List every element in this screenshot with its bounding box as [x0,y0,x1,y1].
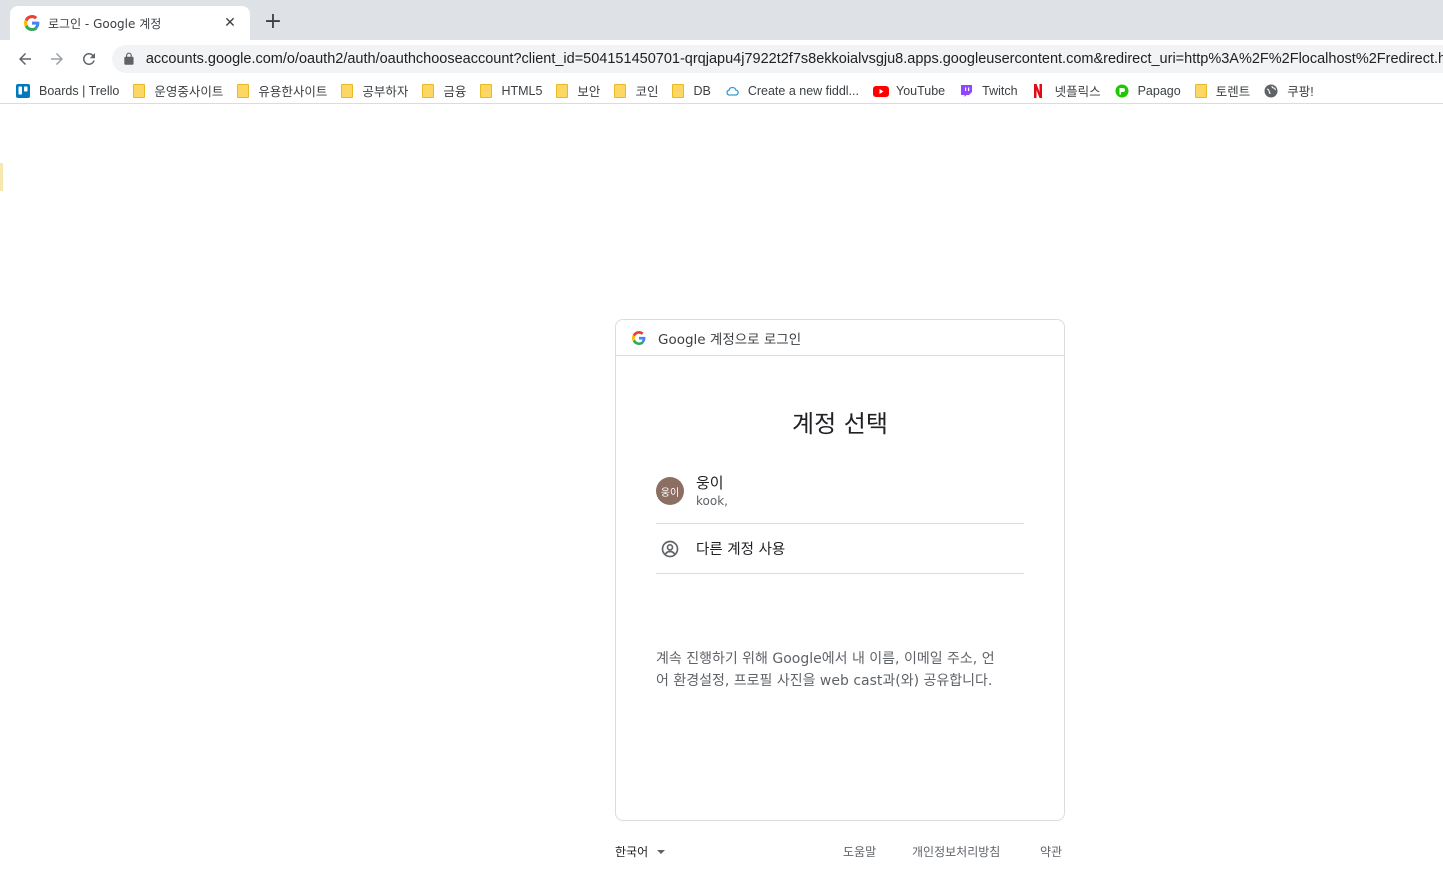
bookmark-label: YouTube [896,83,946,98]
account-name: 웅이 [696,474,724,492]
bookmark-label: 쿠팡! [1287,85,1314,99]
caret-down-icon [657,849,666,854]
arrow-right-icon [51,53,63,65]
bookmark-label: 유용한사이트 [258,85,328,99]
address-bar[interactable]: accounts.google.com/o/oauth2/auth/oauthc… [112,45,1443,73]
bookmark-label: HTML5 [501,83,543,98]
bookmark-item[interactable]: 토렌트 [1194,79,1265,103]
page-content: Google 계정으로 로그인 계정 선택 웅이 웅이 kook, 다른 계정 … [0,105,1443,875]
bookmark-item[interactable]: 금융 [422,79,480,103]
account-item[interactable]: 웅이 웅이 kook, [656,468,1024,524]
use-another-account-button[interactable]: 다른 계정 사용 [656,524,1024,574]
folder-icon [237,83,250,98]
account-email: kook, [696,494,728,508]
folder-icon [480,83,493,98]
bookmark-item[interactable]: DB [672,79,724,103]
bookmark-item[interactable]: 코인 [614,79,672,103]
trello-icon [16,83,30,98]
consent-line-2: 어 환경설정, 프로필 사진을 web cast과(와) 공유합니다. [656,673,993,689]
new-tab-button[interactable]: + [262,11,284,34]
folder-icon [556,83,569,98]
bookmark-item[interactable]: 보안 [556,79,614,103]
url-text: accounts.google.com/o/oauth2/auth/oauthc… [145,51,1443,67]
folder-icon [1194,83,1207,98]
bookmark-label: DB [693,83,711,98]
folder-icon [672,83,685,98]
folder-icon [341,83,354,98]
language-selector[interactable]: 한국어 [615,843,666,860]
browser-tab[interactable]: 로그인 - Google 계정 ✕ [10,6,250,40]
bookmark-item[interactable]: HTML5 [480,79,556,103]
card-header-text: Google 계정으로 로그인 [658,331,802,348]
bookmark-item[interactable]: Twitch [959,79,1031,103]
google-icon [24,15,40,31]
browser-toolbar: accounts.google.com/o/oauth2/auth/oauthc… [0,40,1443,78]
privacy-link[interactable]: 개인정보처리방침 [912,843,1000,860]
globe-icon [1264,84,1278,98]
avatar: 웅이 [656,477,684,505]
netflix-icon [1032,83,1046,98]
language-label: 한국어 [615,845,649,859]
cloud-icon [725,84,739,98]
bookmarks-bar: Boards | Trello 운영중사이트 유용한사이트 공부하자 금융 HTML5 보안… [0,78,1443,104]
help-link[interactable]: 도움말 [843,843,876,860]
bookmark-label: 공부하자 [362,85,409,99]
bookmark-item[interactable]: 운영중사이트 [133,79,237,103]
account-chooser-card: Google 계정으로 로그인 계정 선택 웅이 웅이 kook, 다른 계정 … [615,319,1065,821]
youtube-icon [873,84,889,98]
bookmark-item[interactable]: Create a new fiddl... [725,79,873,103]
bookmark-label: Papago [1137,83,1181,98]
twitch-icon [959,84,973,98]
card-header: Google 계정으로 로그인 [616,320,1064,356]
close-tab-icon[interactable]: ✕ [220,15,240,31]
forward-button[interactable] [46,48,68,70]
papago-icon [1115,84,1129,98]
bookmark-label: 토렌트 [1215,85,1251,99]
reload-button[interactable] [78,48,100,70]
lock-icon [124,52,134,65]
terms-link[interactable]: 약관 [1040,843,1062,860]
folder-icon [614,83,627,98]
arrow-left-icon [19,53,31,65]
bookmark-label: Boards | Trello [39,83,120,98]
tab-title: 로그인 - Google 계정 [48,16,162,31]
folder-icon [133,83,146,98]
account-circle-icon [661,540,679,557]
bookmark-item[interactable]: 넷플릭스 [1032,79,1115,103]
consent-line-1: 계속 진행하기 위해 Google에서 내 이름, 이메일 주소, 언 [656,651,995,667]
bookmark-item[interactable]: 유용한사이트 [237,79,341,103]
bookmark-item[interactable]: YouTube [873,79,959,103]
bookmark-item[interactable]: 쿠팡! [1264,79,1327,103]
use-another-account-label: 다른 계정 사용 [696,542,786,558]
bookmark-label: 금융 [443,85,467,99]
bookmark-item[interactable]: 공부하자 [341,79,422,103]
bookmark-item[interactable]: Boards | Trello [16,79,133,103]
bookmark-label: 코인 [635,85,659,99]
google-icon [632,330,646,345]
consent-text: 계속 진행하기 위해 Google에서 내 이름, 이메일 주소, 언 어 환경… [656,648,1028,692]
bookmark-label: 운영중사이트 [154,85,224,99]
bookmark-item[interactable]: Papago [1115,79,1195,103]
folder-icon [422,83,435,98]
back-button[interactable] [14,48,36,70]
bookmark-label: 넷플릭스 [1054,85,1101,99]
bookmark-label: Create a new fiddl... [747,83,859,98]
footer: 한국어 도움말 개인정보처리방침 약관 [615,843,1065,863]
bookmark-label: 보안 [577,85,601,99]
bookmark-label: Twitch [982,83,1018,98]
reload-icon [82,52,95,65]
page-title: 계정 선택 [792,410,888,438]
left-edge-marker [0,163,3,191]
